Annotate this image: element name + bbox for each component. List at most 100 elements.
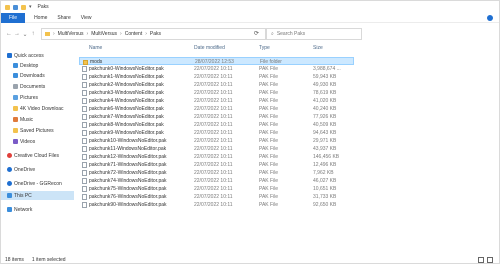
table-row[interactable]: pakchunk6-WindowsNoEditor.pak 22/07/2022 … — [79, 105, 354, 113]
table-row[interactable]: pakchunk9-WindowsNoEditor.pak 22/07/2022 … — [79, 129, 354, 137]
cell-type: PAK File — [259, 66, 279, 72]
cell-name: pakchunk7-WindowsNoEditor.pak — [89, 114, 164, 120]
tab-file[interactable]: File — [1, 12, 26, 23]
tab-home[interactable]: Home — [29, 13, 52, 23]
table-row[interactable]: pakchunk4-WindowsNoEditor.pak 22/07/2022 … — [79, 97, 354, 105]
cell-name: pakchunk1-WindowsNoEditor.pak — [89, 74, 164, 80]
table-row[interactable]: mods 28/07/2022 12:53 File folder — [79, 57, 354, 65]
table-row[interactable]: pakchunk10-WindowsNoEditor.pak 22/07/2022… — [79, 137, 354, 145]
refresh-icon[interactable]: ⟳ — [254, 30, 259, 37]
table-row[interactable]: pakchunk72-WindowsNoEditor.pak 22/07/2022… — [79, 169, 354, 177]
cell-date: 22/07/2022 10:11 — [194, 162, 233, 168]
sidebar-item-music[interactable]: Music — [13, 115, 86, 124]
tab-share[interactable]: Share — [52, 13, 75, 23]
sidebar-item-pictures[interactable]: Pictures — [13, 93, 86, 102]
breadcrumb-segment[interactable]: Paks — [150, 31, 161, 37]
cell-date: 22/07/2022 10:11 — [194, 202, 233, 208]
quick-access-dropdown-icon[interactable]: ▾ — [29, 4, 32, 10]
file-rows: mods 28/07/2022 12:53 File folder pakchunk0… — [79, 57, 354, 209]
cell-name: pakchunk71-WindowsNoEditor.pak — [89, 162, 167, 168]
sidebar-item-onedrive[interactable]: OneDrive — [7, 165, 80, 174]
details-view-icon[interactable] — [478, 257, 484, 263]
sidebar-item-label: Music — [20, 116, 34, 123]
folder-icon — [13, 106, 18, 111]
sidebar-item-label: Videos — [20, 138, 36, 145]
folder-icon — [5, 4, 10, 10]
computer-icon — [7, 193, 12, 198]
sidebar-item-saved-pictures[interactable]: Saved Pictures — [13, 126, 86, 135]
cell-date: 22/07/2022 10:11 — [194, 66, 233, 72]
sidebar-item-label: Downloads — [20, 72, 45, 79]
cell-name: pakchunk76-WindowsNoEditor.pak — [89, 194, 167, 200]
table-row[interactable]: pakchunk0-WindowsNoEditor.pak 22/07/2022 … — [79, 65, 354, 73]
sidebar-item-label: This PC — [14, 192, 32, 199]
desktop-icon — [13, 63, 18, 68]
sidebar-item-label: 4K Video Downloac — [20, 105, 64, 112]
cell-size: 43,937 KB — [313, 146, 337, 152]
sidebar-item-creative-cloud-files[interactable]: Creative Cloud Files — [7, 151, 80, 160]
file-icon — [82, 138, 87, 144]
table-row[interactable]: pakchunk75-WindowsNoEditor.pak 22/07/2022… — [79, 185, 354, 193]
sidebar-item-network[interactable]: Network — [7, 205, 80, 214]
cell-size: 40,509 KB — [313, 122, 337, 128]
table-row[interactable]: pakchunk76-WindowsNoEditor.pak 22/07/2022… — [79, 193, 354, 201]
sidebar-item-label: Documents — [20, 83, 46, 90]
large-icons-view-icon[interactable] — [487, 257, 493, 263]
help-icon[interactable] — [487, 15, 493, 21]
cell-size: 92,650 KB — [313, 202, 337, 208]
up-arrow-icon[interactable]: ↑ — [29, 31, 37, 37]
sidebar-item-onedrive-ggrecon[interactable]: OneDrive - GGRecon — [7, 179, 80, 188]
video-icon — [13, 139, 18, 144]
file-icon — [82, 146, 87, 152]
cell-date: 22/07/2022 10:11 — [194, 98, 233, 104]
table-row[interactable]: pakchunk8-WindowsNoEditor.pak 22/07/2022 … — [79, 121, 354, 129]
sidebar-item-label: OneDrive — [14, 166, 36, 173]
column-header-name[interactable]: Name — [89, 45, 102, 51]
search-input[interactable]: ⌕ Search Paks — [266, 28, 362, 40]
file-icon — [82, 130, 87, 136]
selection-count: 1 item selected — [31, 257, 66, 263]
forward-arrow-icon[interactable]: → — [13, 31, 21, 37]
document-icon — [13, 84, 18, 89]
table-row[interactable]: pakchunk3-WindowsNoEditor.pak 22/07/2022 … — [79, 89, 354, 97]
table-row[interactable]: pakchunk2-WindowsNoEditor.pak 22/07/2022 … — [79, 81, 354, 89]
sidebar-item-videos[interactable]: Videos — [13, 137, 86, 146]
cell-date: 22/07/2022 10:11 — [194, 106, 233, 112]
cell-name: pakchunk74-WindowsNoEditor.pak — [89, 178, 167, 184]
sidebar-item-this-pc[interactable]: This PC — [1, 191, 74, 200]
search-placeholder: Search Paks — [276, 31, 306, 37]
sidebar-item-desktop[interactable]: Desktop — [13, 61, 86, 70]
cell-name: pakchunk72-WindowsNoEditor.pak — [89, 170, 167, 176]
breadcrumb-segment[interactable]: MultiVersus — [91, 31, 117, 37]
table-row[interactable]: pakchunk71-WindowsNoEditor.pak 22/07/2022… — [79, 161, 354, 169]
table-row[interactable]: pakchunk12-WindowsNoEditor.pak 22/07/2022… — [79, 153, 354, 161]
recent-locations-chevron-icon[interactable]: ⌄ — [21, 31, 29, 38]
properties-icon[interactable] — [13, 4, 18, 10]
table-row[interactable]: pakchunk74-WindowsNoEditor.pak 22/07/2022… — [79, 177, 354, 185]
tab-view[interactable]: View — [76, 13, 97, 23]
window-title: Paks — [37, 4, 49, 10]
table-row[interactable]: pakchunk11-WindowsNoEditor.pak 22/07/2022… — [79, 145, 354, 153]
column-header-date[interactable]: Date modified — [194, 45, 225, 51]
cell-date: 22/07/2022 10:11 — [194, 170, 233, 176]
new-folder-icon[interactable] — [21, 4, 26, 10]
sidebar-item-4k-video-downloader[interactable]: 4K Video Downloac — [13, 104, 86, 113]
sidebar-item-downloads[interactable]: Downloads — [13, 71, 86, 80]
breadcrumb-segment[interactable]: MultiVersus — [58, 31, 84, 37]
table-row[interactable]: pakchunk1-WindowsNoEditor.pak 22/07/2022 … — [79, 73, 354, 81]
table-row[interactable]: pakchunk7-WindowsNoEditor.pak 22/07/2022 … — [79, 113, 354, 121]
sidebar-item-label: Network — [14, 206, 33, 213]
sidebar-item-label: Desktop — [20, 62, 39, 69]
sidebar-item-quick-access[interactable]: Quick access — [7, 51, 80, 60]
cell-type: PAK File — [259, 82, 279, 88]
navigation-pane: Quick access Desktop Downloads Documents… — [1, 49, 74, 249]
breadcrumb-segment[interactable]: Content — [125, 31, 143, 37]
sidebar-item-documents[interactable]: Documents — [13, 82, 86, 91]
column-header-size[interactable]: Size — [313, 45, 323, 51]
sidebar-item-label: Quick access — [14, 52, 44, 59]
column-header-type[interactable]: Type — [259, 45, 270, 51]
status-bar: 18 items 1 item selected — [1, 255, 499, 264]
back-arrow-icon[interactable]: ← — [5, 31, 13, 37]
address-bar[interactable]: › MultiVersus › MultiVersus › Content › … — [41, 28, 266, 40]
table-row[interactable]: pakchunk90-WindowsNoEditor.pak 22/07/2022… — [79, 201, 354, 209]
